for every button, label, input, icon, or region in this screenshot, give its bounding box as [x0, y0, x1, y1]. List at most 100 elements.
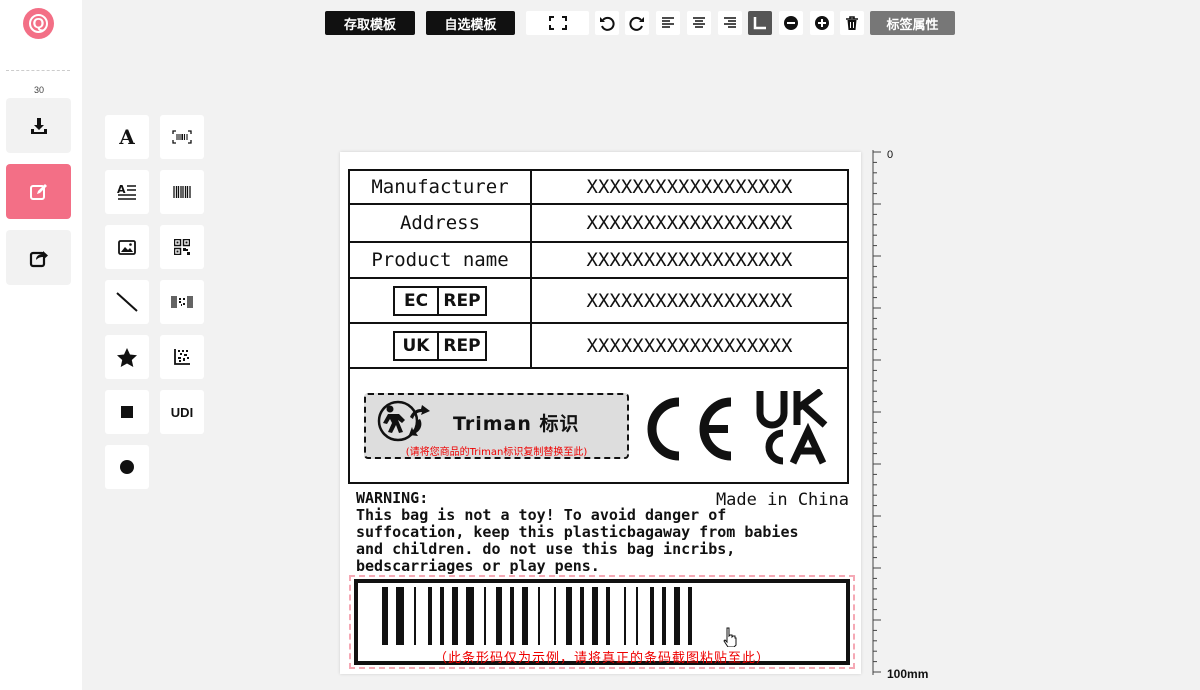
barcode-bar	[554, 587, 556, 645]
barcode-bar	[538, 587, 540, 645]
edit-button[interactable]	[6, 164, 71, 219]
barcode-note: （此条形码仅为示例，请将真正的条码截图粘贴至此）	[433, 651, 770, 666]
table-row[interactable]: UK REP XXXXXXXXXXXXXXXXXX	[350, 324, 847, 367]
align-right-button[interactable]	[718, 11, 742, 35]
barcode-frame[interactable]: （此条形码仅为示例，请将真正的条码截图粘贴至此）	[354, 579, 850, 666]
undo-icon	[600, 16, 615, 31]
barcode-scan-icon	[172, 130, 192, 144]
table-row[interactable]: Manufacturer XXXXXXXXXXXXXXXXXX	[350, 171, 847, 205]
ec-text: EC	[395, 287, 439, 314]
compliance-marks-box[interactable]: Triman 标识 (请将您商品的Triman标识复制替换至此)	[348, 367, 849, 484]
vertical-ruler	[872, 150, 881, 675]
triman-icon	[377, 400, 430, 442]
download-button[interactable]	[6, 98, 71, 153]
address-value: XXXXXXXXXXXXXXXXXX	[586, 212, 793, 234]
image-icon	[118, 239, 136, 255]
barcode-bar	[674, 587, 680, 645]
snap-corner-button[interactable]	[748, 11, 772, 35]
circle-tool[interactable]	[105, 445, 149, 489]
line-tool[interactable]	[105, 280, 149, 324]
redo-button[interactable]	[625, 11, 649, 35]
ec-rep-value: XXXXXXXXXXXXXXXXXX	[586, 289, 793, 312]
zoom-in-button[interactable]	[810, 11, 834, 35]
table-row[interactable]: Product name XXXXXXXXXXXXXXXXXX	[350, 243, 847, 279]
table-row[interactable]: Address XXXXXXXXXXXXXXXXXX	[350, 205, 847, 243]
text-tool[interactable]: A	[105, 115, 149, 159]
barcode-bar	[606, 587, 610, 645]
rep-text: REP	[443, 335, 481, 356]
triman-title: Triman 标识	[453, 413, 580, 435]
uk-rep-value: XXXXXXXXXXXXXXXXXX	[586, 334, 793, 357]
udi-label: UDI	[170, 404, 194, 420]
barcode-bar	[428, 587, 432, 645]
delete-button[interactable]	[840, 11, 864, 35]
gs1-barcode-icon	[171, 296, 193, 308]
barcode-bar	[636, 587, 638, 645]
product-name-key: Product name	[350, 243, 532, 277]
label-properties-button[interactable]: 标签属性	[870, 11, 955, 35]
info-table[interactable]: Manufacturer XXXXXXXXXXXXXXXXXX Address …	[348, 169, 849, 369]
fullscreen-button[interactable]	[526, 11, 589, 35]
triman-placeholder[interactable]: Triman 标识 (请将您商品的Triman标识复制替换至此)	[364, 393, 629, 459]
choose-template-button[interactable]: 自选模板	[426, 11, 515, 35]
ec-rep-key: EC REP	[350, 279, 532, 322]
barcode-bar	[522, 587, 528, 645]
star-tool[interactable]	[105, 335, 149, 379]
warning-line: bedscarriages or play pens.	[356, 557, 600, 575]
barcode-bars	[382, 587, 692, 645]
align-left-button[interactable]	[656, 11, 680, 35]
undo-button[interactable]	[595, 11, 619, 35]
paragraph-icon: A	[117, 183, 136, 200]
app-logo[interactable]: Q	[23, 8, 54, 39]
barcode-bar	[382, 587, 388, 645]
logo-letter: Q	[29, 14, 48, 33]
label-canvas[interactable]: Manufacturer XXXXXXXXXXXXXXXXXX Address …	[340, 152, 861, 674]
zoom-in-icon	[815, 16, 829, 30]
star-icon	[117, 347, 137, 367]
delete-icon	[846, 15, 858, 30]
rail-count: 30	[33, 85, 44, 95]
zoom-out-button[interactable]	[779, 11, 803, 35]
datamatrix-tool[interactable]	[160, 335, 204, 379]
uk-rep-key: UK REP	[350, 324, 532, 367]
table-row[interactable]: EC REP XXXXXXXXXXXXXXXXXX	[350, 279, 847, 324]
gs1-barcode-tool[interactable]	[160, 280, 204, 324]
barcode-bar	[592, 587, 598, 645]
fullscreen-icon	[548, 16, 567, 30]
qrcode-tool[interactable]	[160, 225, 204, 269]
barcode-bar	[510, 587, 514, 645]
barcode-bar	[466, 587, 474, 645]
download-tray-icon	[30, 117, 47, 134]
datamatrix-icon	[174, 349, 190, 365]
barcode-tool[interactable]	[160, 170, 204, 214]
ruler-end-label: 100mm	[887, 667, 929, 681]
address-key: Address	[350, 205, 532, 241]
ukca-mark-icon	[756, 389, 828, 465]
rectangle-tool[interactable]	[105, 390, 149, 434]
share-export-icon	[29, 250, 48, 267]
barcode-selection[interactable]: （此条形码仅为示例，请将真正的条码截图粘贴至此）	[349, 575, 855, 669]
barcode-bar	[396, 587, 404, 645]
align-center-icon	[693, 17, 705, 28]
barcode-icon	[173, 186, 191, 198]
barcode-bar	[580, 587, 584, 645]
save-template-button[interactable]: 存取模板	[325, 11, 415, 35]
uk-rep-symbol: UK REP	[393, 330, 487, 361]
circle-icon	[120, 460, 134, 474]
paragraph-tool[interactable]: A	[105, 170, 149, 214]
share-button[interactable]	[6, 230, 71, 285]
barcode-bar	[650, 587, 654, 645]
svg-text:A: A	[117, 183, 126, 196]
rail-divider	[6, 70, 70, 71]
rep-text: REP	[443, 290, 481, 311]
made-in-text[interactable]: Made in China	[716, 490, 849, 510]
image-tool[interactable]	[105, 225, 149, 269]
align-center-button[interactable]	[687, 11, 711, 35]
uk-text: UK	[395, 332, 439, 359]
qrcode-icon	[174, 239, 190, 255]
barcode-bar	[484, 587, 486, 645]
ce-mark-icon	[647, 397, 732, 461]
udi-tool[interactable]: UDI	[160, 390, 204, 434]
text-tool-glyph: A	[119, 125, 135, 149]
barcode-scan-tool[interactable]	[160, 115, 204, 159]
